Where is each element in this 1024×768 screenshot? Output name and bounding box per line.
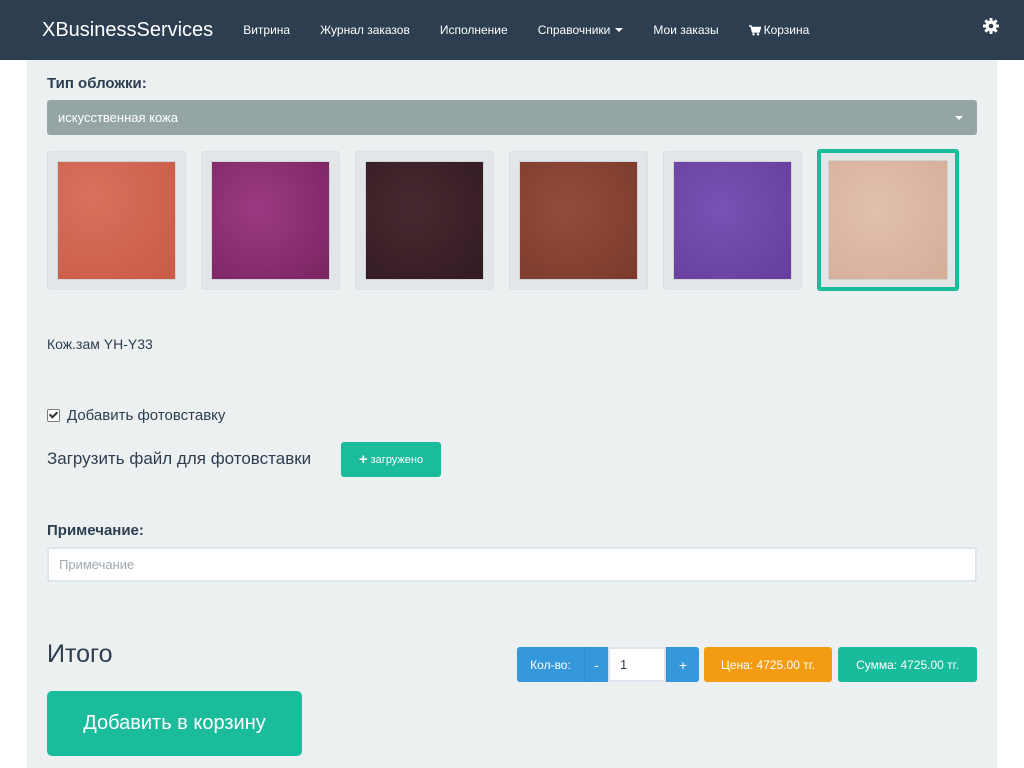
- cover-swatch[interactable]: [355, 151, 494, 290]
- upload-file-label: Загрузить файл для фотовставки: [47, 449, 312, 468]
- nav-item-cart[interactable]: Корзина: [734, 0, 825, 60]
- chevron-down-icon: [955, 116, 963, 120]
- cover-swatch[interactable]: [201, 151, 340, 290]
- top-navbar: XBusinessServices Витрина Журнал заказов…: [0, 0, 1024, 60]
- nav-item-label: Справочники: [537, 23, 611, 37]
- total-heading: Итого: [47, 640, 113, 668]
- photo-insert-checkbox[interactable]: [47, 409, 60, 422]
- nav-item-label: Корзина: [763, 23, 810, 37]
- swatch-image: [673, 161, 792, 280]
- quantity-decrease-button[interactable]: -: [584, 647, 608, 682]
- upload-button-label: загружено: [370, 453, 424, 466]
- swatch-image: [211, 161, 330, 280]
- price-badge: Цена: 4725.00 тг.: [704, 647, 832, 682]
- gear-icon[interactable]: [982, 18, 1000, 36]
- cover-type-select[interactable]: искусственная кожа: [47, 100, 977, 135]
- swatch-image: [365, 161, 484, 280]
- nav-item-order-journal[interactable]: Журнал заказов: [305, 0, 425, 60]
- sum-badge: Сумма: 4725.00 тг.: [838, 647, 977, 682]
- upload-file-button[interactable]: + загружено: [341, 442, 441, 477]
- gear-icon-glyph: [983, 18, 999, 34]
- selected-material-name: Кож.зам YH-Y33: [47, 336, 153, 352]
- nav-item-references-dropdown[interactable]: Справочники: [523, 0, 639, 60]
- cover-type-value: искусственная кожа: [58, 110, 178, 125]
- nav-item-label: Журнал заказов: [320, 23, 410, 37]
- cover-swatch[interactable]: [663, 151, 802, 290]
- photo-insert-checkbox-row[interactable]: Добавить фотовставку: [47, 407, 225, 424]
- caret-down-icon: [615, 28, 624, 32]
- cart-icon: [748, 24, 761, 35]
- quantity-increase-button[interactable]: +: [666, 647, 699, 682]
- brand-logo[interactable]: XBusinessServices: [42, 0, 213, 60]
- nav-item-label: Мои заказы: [653, 23, 719, 37]
- quantity-label: Кол-во:: [517, 647, 584, 682]
- nav-item-label: Витрина: [243, 23, 291, 37]
- comment-label: Примечание:: [47, 522, 144, 539]
- nav-item-execution[interactable]: Исполнение: [425, 0, 523, 60]
- swatch-image: [828, 160, 948, 280]
- add-to-cart-button[interactable]: Добавить в корзину: [47, 691, 302, 756]
- nav-item-my-orders[interactable]: Мои заказы: [638, 0, 733, 60]
- comment-input[interactable]: [47, 547, 977, 582]
- plus-icon: +: [358, 451, 368, 468]
- cover-swatch[interactable]: [47, 151, 186, 290]
- check-icon: [48, 409, 59, 419]
- quantity-input[interactable]: [608, 647, 666, 682]
- cover-swatch-selected[interactable]: [817, 149, 959, 291]
- nav-item-label: Исполнение: [439, 23, 508, 37]
- nav-item-showcase[interactable]: Витрина: [228, 0, 305, 60]
- main-content: Тип обложки: искусственная кожа Кож.зам …: [27, 60, 997, 768]
- cover-type-label: Тип обложки:: [47, 75, 147, 92]
- photo-insert-label: Добавить фотовставку: [67, 407, 226, 424]
- quantity-stepper: Кол-во: - +: [517, 647, 699, 682]
- swatch-image: [57, 161, 176, 280]
- swatch-image: [519, 161, 638, 280]
- cover-swatch[interactable]: [509, 151, 648, 290]
